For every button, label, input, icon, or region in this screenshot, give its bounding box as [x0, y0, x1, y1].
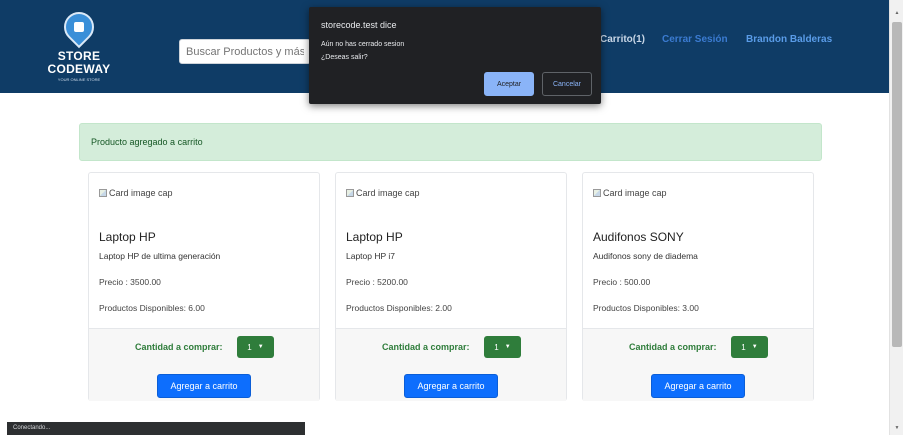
card-title: Laptop HP: [346, 230, 403, 244]
card-stock: Productos Disponibles: 3.00: [593, 303, 699, 313]
chevron-down-icon: ▼: [751, 344, 758, 350]
card-image-alt: Card image cap: [109, 188, 173, 198]
card-stock: Productos Disponibles: 2.00: [346, 303, 452, 313]
card-description: Laptop HP i7: [346, 251, 395, 261]
broken-image-icon: [99, 189, 107, 197]
product-card: Card image cap Laptop HP Laptop HP i7 Pr…: [335, 172, 567, 401]
quantity-value: 1: [741, 342, 746, 352]
quantity-value: 1: [247, 342, 252, 352]
product-card: Card image cap Laptop HP Laptop HP de ul…: [88, 172, 320, 401]
page-scrollbar[interactable]: ▲ ▼: [889, 0, 903, 435]
broken-image-icon: [593, 189, 601, 197]
card-price: Precio : 5200.00: [346, 277, 408, 287]
dialog-ok-button[interactable]: Aceptar: [484, 72, 534, 96]
nav-user-link[interactable]: Brandon Balderas: [746, 34, 832, 45]
nav-cart-link[interactable]: Carrito(1): [600, 34, 645, 45]
card-price: Precio : 500.00: [593, 277, 651, 287]
scroll-thumb[interactable]: [892, 22, 902, 347]
product-card: Card image cap Audifonos SONY Audifonos …: [582, 172, 814, 401]
card-description: Laptop HP de ultima generación: [99, 251, 221, 261]
nav-logout-link[interactable]: Cerrar Sesión: [662, 34, 728, 45]
confirm-dialog: storecode.test dice Aún no has cerrado s…: [309, 7, 601, 104]
add-to-cart-button[interactable]: Agregar a carrito: [404, 374, 498, 398]
dialog-title: storecode.test dice: [321, 20, 397, 30]
quantity-select[interactable]: 1 ▼: [484, 336, 521, 358]
add-to-cart-button[interactable]: Agregar a carrito: [651, 374, 745, 398]
dialog-cancel-button[interactable]: Cancelar: [542, 72, 592, 96]
dialog-message-line2: ¿Deseas salir?: [321, 54, 368, 61]
browser-status-bar: Conectando...: [7, 422, 305, 435]
card-image-alt: Card image cap: [603, 188, 667, 198]
dialog-message-line1: Aún no has cerrado sesion: [321, 41, 405, 48]
logo-line2: CODEWAY: [47, 62, 111, 76]
card-title: Audifonos SONY: [593, 230, 684, 244]
store-pin-icon: [57, 5, 101, 49]
card-image: Card image cap: [593, 188, 667, 198]
card-footer: Cantidad a comprar: 1 ▼ Agregar a carrit…: [89, 328, 319, 401]
card-image: Card image cap: [99, 188, 173, 198]
logo-tagline: YOUR ONLINE STORE: [57, 77, 101, 82]
logo-line1: STORE: [57, 49, 101, 63]
card-title: Laptop HP: [99, 230, 156, 244]
quantity-label: Cantidad a comprar:: [382, 342, 470, 352]
card-image: Card image cap: [346, 188, 420, 198]
quantity-label: Cantidad a comprar:: [629, 342, 717, 352]
add-to-cart-button[interactable]: Agregar a carrito: [157, 374, 251, 398]
dialog-message: Aún no has cerrado sesion ¿Deseas salir?: [321, 38, 404, 64]
card-description: Audifonos sony de diadema: [593, 251, 698, 261]
broken-image-icon: [346, 189, 354, 197]
card-footer: Cantidad a comprar: 1 ▼ Agregar a carrit…: [583, 328, 813, 401]
card-footer: Cantidad a comprar: 1 ▼ Agregar a carrit…: [336, 328, 566, 401]
card-image-alt: Card image cap: [356, 188, 420, 198]
card-price: Precio : 3500.00: [99, 277, 161, 287]
quantity-select[interactable]: 1 ▼: [731, 336, 768, 358]
chevron-down-icon: ▼: [257, 344, 264, 350]
quantity-select[interactable]: 1 ▼: [237, 336, 274, 358]
scroll-up-arrow-icon[interactable]: ▲: [893, 10, 901, 18]
search-input[interactable]: [179, 39, 311, 64]
store-logo[interactable]: STORE CODEWAY YOUR ONLINE STORE: [42, 5, 116, 88]
scroll-down-arrow-icon[interactable]: ▼: [893, 425, 901, 433]
success-alert: Producto agregado a carrito: [79, 123, 822, 161]
quantity-value: 1: [494, 342, 499, 352]
quantity-label: Cantidad a comprar:: [135, 342, 223, 352]
chevron-down-icon: ▼: [504, 344, 511, 350]
card-stock: Productos Disponibles: 6.00: [99, 303, 205, 313]
